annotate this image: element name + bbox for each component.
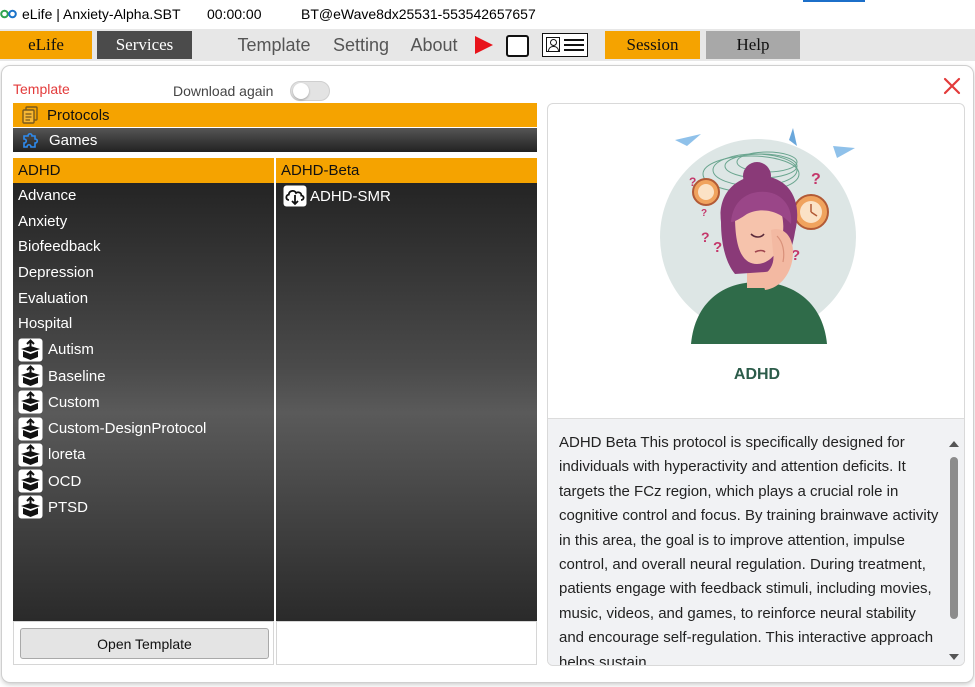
list-item[interactable]: ADHD-SMR [276, 183, 537, 209]
list-item-selected[interactable]: ADHD [13, 158, 274, 183]
list-item-label: PTSD [48, 498, 89, 516]
description-box: ADHD Beta This protocol is specifically … [548, 418, 964, 666]
list-item[interactable]: Autism [13, 337, 274, 363]
category-protocols[interactable]: Protocols [13, 103, 537, 127]
svg-text:?: ? [701, 208, 707, 219]
title-bar: eLife | Anxiety-Alpha.SBT 00:00:00 BT@eW… [0, 0, 975, 29]
template-dialog: Template Download again Protocols Games … [2, 66, 973, 682]
list-item[interactable]: Custom-DesignProtocol [13, 415, 274, 441]
session-timer: 00:00:00 [207, 6, 262, 22]
category-label: Protocols [47, 106, 110, 124]
app-logo-icon [0, 9, 17, 19]
package-icon [18, 443, 43, 467]
menu-bar: eLife Services Template Setting About Se… [0, 29, 975, 61]
description-scrollbar[interactable] [946, 437, 962, 664]
list-item[interactable]: Baseline [13, 363, 274, 389]
open-template-button[interactable]: Open Template [20, 628, 269, 659]
package-icon [18, 390, 43, 414]
list-item[interactable]: Custom [13, 389, 274, 415]
preview-description: ADHD Beta This protocol is specifically … [559, 434, 939, 666]
scroll-up-icon[interactable] [949, 441, 959, 447]
cloud-download-icon [283, 185, 307, 207]
list-item[interactable]: Anxiety [13, 209, 274, 235]
protocol-group-list: ADHD Advance Anxiety Biofeedback Depress… [13, 158, 274, 621]
svg-text:?: ? [713, 239, 722, 256]
menu-services[interactable]: Services [97, 31, 192, 59]
preview-title: ADHD [733, 366, 781, 383]
menu-help[interactable]: Help [706, 31, 800, 59]
dialog-title: Template [13, 81, 70, 97]
category-label: Games [49, 131, 98, 149]
menu-session[interactable]: Session [605, 31, 700, 59]
scroll-down-icon[interactable] [949, 654, 959, 660]
list-item-label: Autism [48, 341, 94, 359]
scroll-thumb[interactable] [950, 457, 958, 619]
list-item[interactable]: Hospital [13, 311, 274, 337]
close-icon[interactable] [942, 76, 962, 96]
menu-template[interactable]: Template [230, 31, 318, 59]
list-item[interactable]: Advance [13, 183, 274, 209]
list-item[interactable]: Evaluation [13, 285, 274, 311]
list-item-label: ADHD-SMR [310, 187, 391, 205]
stressed-woman-illustration: ? ? ? ? ? ? [660, 128, 856, 344]
titlebar-accent-line [803, 0, 865, 2]
category-games[interactable]: Games [13, 128, 537, 152]
list-item-label: OCD [48, 472, 82, 490]
protocol-list: ADHD-Beta ADHD-SMR [276, 158, 537, 621]
list-item-label: loreta [48, 446, 86, 464]
package-icon [18, 495, 43, 519]
menu-about[interactable]: About [403, 31, 465, 59]
window-title: eLife | Anxiety-Alpha.SBT [22, 6, 181, 22]
package-icon [18, 338, 43, 362]
list-item[interactable]: PTSD [13, 494, 274, 520]
list-item[interactable]: Depression [13, 260, 274, 286]
play-icon[interactable] [475, 36, 493, 54]
right-footer [276, 621, 537, 665]
menu-setting[interactable]: Setting [326, 31, 396, 59]
stop-icon[interactable] [506, 35, 529, 57]
svg-text:?: ? [689, 175, 696, 189]
menu-elife[interactable]: eLife [0, 31, 92, 59]
list-item[interactable]: OCD [13, 468, 274, 494]
list-item-label: Custom-DesignProtocol [48, 420, 207, 438]
list-item-selected[interactable]: ADHD-Beta [276, 158, 537, 183]
package-icon [18, 364, 43, 388]
clipboard-icon [22, 106, 38, 124]
left-footer: Open Template [13, 621, 274, 665]
package-icon [18, 417, 43, 441]
list-item[interactable]: Biofeedback [13, 234, 274, 260]
preview-panel: ? ? ? ? ? ? ADHD ADHD Beta This protocol… [547, 103, 965, 666]
list-item-label: Custom [48, 393, 100, 411]
svg-text:?: ? [701, 229, 710, 245]
download-again-toggle[interactable] [290, 81, 330, 101]
puzzle-icon [23, 132, 39, 148]
user-card-icon[interactable] [542, 33, 588, 57]
list-item[interactable]: loreta [13, 442, 274, 468]
svg-text:?: ? [811, 171, 821, 188]
package-icon [18, 469, 43, 493]
download-again-label: Download again [173, 83, 274, 99]
list-item-label: Baseline [48, 367, 106, 385]
device-id: BT@eWave8dx25531-553542657657 [301, 6, 536, 22]
